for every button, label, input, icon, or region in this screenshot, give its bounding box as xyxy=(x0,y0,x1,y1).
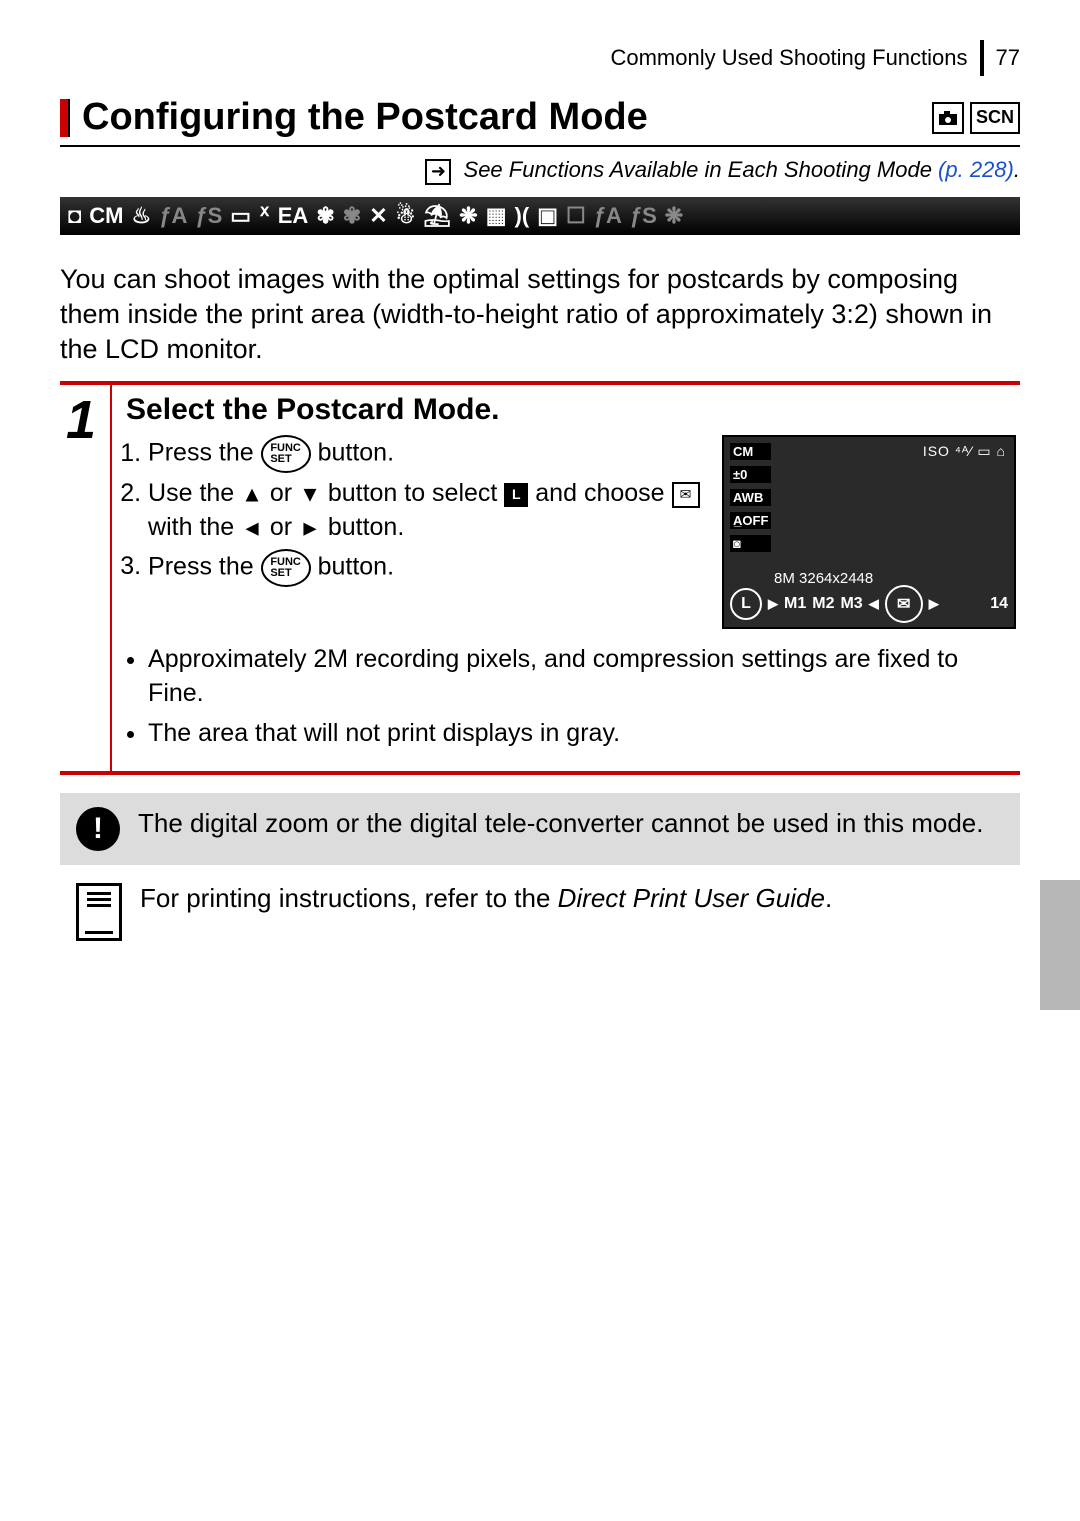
instruction-3: Press the FUNCSET button. xyxy=(148,549,706,587)
section-accent-bar xyxy=(60,99,70,137)
section-title-row: Configuring the Postcard Mode SCN xyxy=(60,96,1020,147)
postcard-icon: ✉ xyxy=(672,482,700,508)
mode-icon: ⛱ xyxy=(423,203,451,229)
up-arrow-icon: ▲ xyxy=(241,482,263,507)
mode-icon: ❋ xyxy=(459,203,477,229)
see-reference-suffix: . xyxy=(1014,157,1020,182)
mode-badges: SCN xyxy=(932,102,1020,134)
scn-mode-badge: SCN xyxy=(970,102,1020,134)
section-title: Configuring the Postcard Mode xyxy=(82,96,648,139)
lcd-ev: ±0 xyxy=(730,466,771,483)
mode-icon: ◘ xyxy=(68,203,81,229)
mode-icon: ❋ xyxy=(665,203,683,229)
page-number: 77 xyxy=(996,45,1020,71)
lcd-shots-remaining: 14 xyxy=(990,595,1008,613)
step-number: 1 xyxy=(60,385,112,770)
document-icon xyxy=(76,883,122,941)
step-block: 1 Select the Postcard Mode. Press the FU… xyxy=(60,381,1020,774)
see-reference: ➜ See Functions Available in Each Shooti… xyxy=(60,157,1020,185)
lcd-preview: CM ±0 AWB A̲OFF ◙ ISO ⁴ᴬ⁄ ▭ ⌂ 8M 3264x24… xyxy=(722,435,1016,629)
header-divider xyxy=(980,40,984,76)
mode-icon: )( xyxy=(515,203,530,229)
lcd-topright: ISO ⁴ᴬ⁄ ▭ ⌂ xyxy=(923,443,1006,460)
print-note-text: For printing instructions, refer to the … xyxy=(140,883,832,914)
mode-icon: ᕽ xyxy=(259,203,270,229)
lcd-size-l-circle: L xyxy=(730,588,762,620)
step-bullet: Approximately 2M recording pixels, and c… xyxy=(148,643,1016,711)
lcd-mode: CM xyxy=(730,443,771,460)
instruction-1: Press the FUNCSET button. xyxy=(148,435,706,473)
side-thumb-tab xyxy=(1040,880,1080,1010)
lcd-size-option: M2 xyxy=(812,595,834,613)
mode-icon: CM xyxy=(89,203,123,229)
right-arrow-icon: ► xyxy=(299,516,321,541)
see-reference-link[interactable]: (p. 228) xyxy=(938,157,1014,182)
mode-icon: ✾ xyxy=(343,203,361,229)
intro-paragraph: You can shoot images with the optimal se… xyxy=(60,262,1020,367)
lcd-arrow-right-icon: ▶ xyxy=(768,596,778,612)
mode-icon: ƒA xyxy=(594,203,622,229)
down-arrow-icon: ▼ xyxy=(299,482,321,507)
camera-mode-badge xyxy=(932,102,964,134)
func-set-button-icon: FUNCSET xyxy=(261,549,311,587)
mode-icon: ▦ xyxy=(486,203,507,229)
mode-icon: ƒA xyxy=(159,203,187,229)
page-header: Commonly Used Shooting Functions 77 xyxy=(60,40,1020,76)
lcd-meter: ◙ xyxy=(730,535,771,552)
step-bullet: The area that will not print displays in… xyxy=(148,717,1016,751)
mode-icon: ☐ xyxy=(566,203,586,229)
mode-icon: ✾ xyxy=(316,203,334,229)
lcd-arrow-left-icon: ◀ xyxy=(869,596,879,612)
mode-icon: ☃ xyxy=(396,203,416,229)
mode-icon: ✕ xyxy=(369,203,387,229)
mode-icon: ♨ xyxy=(132,203,152,229)
see-reference-text: See Functions Available in Each Shooting… xyxy=(464,157,939,182)
warning-text: The digital zoom or the digital tele-con… xyxy=(138,807,983,841)
step-instructions: Press the FUNCSET button. Use the ▲ or ▼… xyxy=(126,435,706,591)
lcd-size-option: M3 xyxy=(840,595,862,613)
lcd-postcard-circle: ✉ xyxy=(885,585,923,623)
instruction-2: Use the ▲ or ▼ button to select L and ch… xyxy=(148,477,706,545)
step-heading: Select the Postcard Mode. xyxy=(126,393,1016,427)
mode-icon: ▭ xyxy=(230,203,251,229)
print-note: For printing instructions, refer to the … xyxy=(60,865,1020,941)
lcd-arrow-right-icon: ▶ xyxy=(929,596,939,612)
size-l-icon: L xyxy=(504,483,528,507)
lcd-wb: AWB xyxy=(730,489,771,506)
mode-icon: ƒS xyxy=(195,203,222,229)
func-set-button-icon: FUNCSET xyxy=(261,435,311,473)
lcd-size-option: M1 xyxy=(784,595,806,613)
warning-note: ! The digital zoom or the digital tele-c… xyxy=(60,793,1020,865)
mode-icon: ƒS xyxy=(630,203,657,229)
mode-icon: EA xyxy=(278,203,309,229)
print-guide-title: Direct Print User Guide xyxy=(558,883,825,913)
shooting-mode-strip: ◘ CM ♨ ƒA ƒS ▭ ᕽ EA ✾ ✾ ✕ ☃ ⛱ ❋ ▦ )( ▣ ☐… xyxy=(60,197,1020,235)
warning-icon: ! xyxy=(76,807,120,851)
lcd-aoff: A̲OFF xyxy=(730,512,771,529)
breadcrumb: Commonly Used Shooting Functions xyxy=(610,45,967,71)
arrow-box-icon: ➜ xyxy=(425,159,451,185)
left-arrow-icon: ◄ xyxy=(241,516,263,541)
mode-icon: ▣ xyxy=(537,203,558,229)
